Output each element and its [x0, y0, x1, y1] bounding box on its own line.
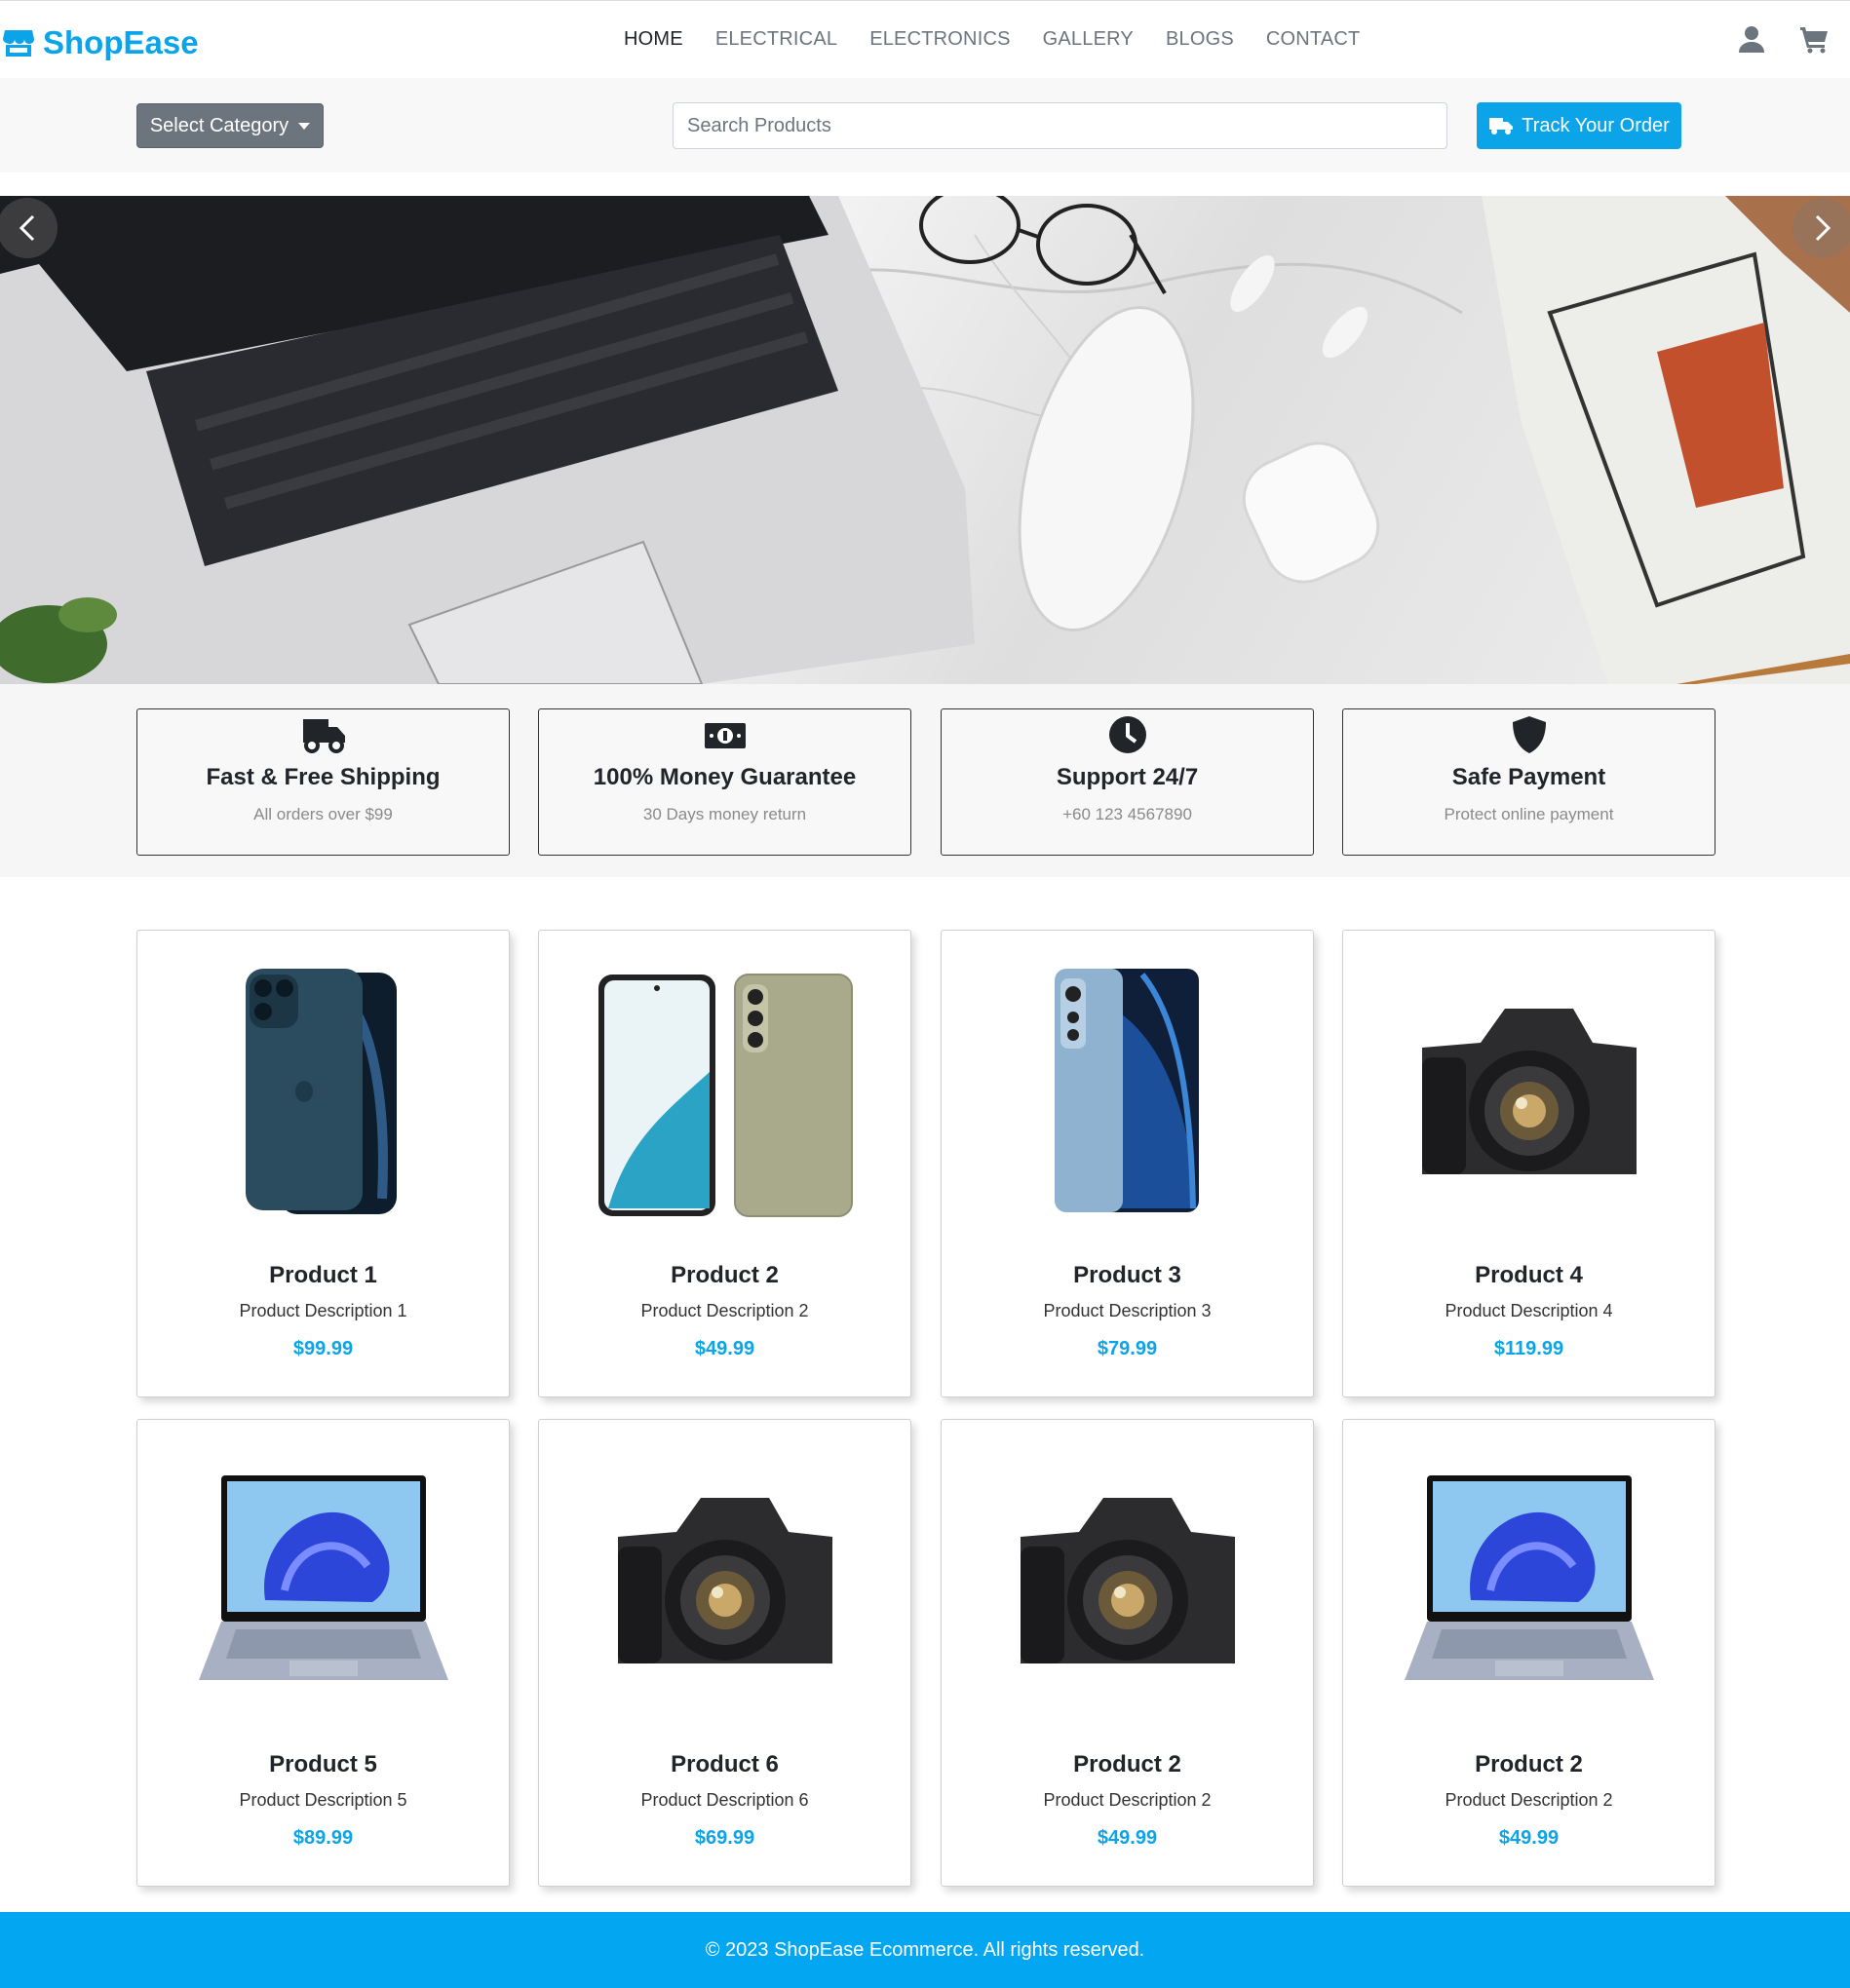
- hero-image: [0, 196, 1850, 684]
- product-card[interactable]: Product 2 Product Description 2 $49.99: [941, 1419, 1314, 1887]
- nav-link-gallery[interactable]: GALLERY: [1043, 28, 1134, 51]
- track-order-button[interactable]: Track Your Order: [1477, 102, 1681, 149]
- footer-copyright: © 2023 ShopEase Ecommerce. All rights re…: [705, 1938, 1145, 1961]
- product-price: $49.99: [1498, 1827, 1560, 1849]
- product-title: Product 2: [1073, 1751, 1181, 1778]
- product-card[interactable]: Product 6 Product Description 6 $69.99: [538, 1419, 911, 1887]
- product-card[interactable]: Product 3 Product Description 3 $79.99: [941, 930, 1314, 1397]
- feature-title: Safe Payment: [1451, 764, 1606, 790]
- product-description: Product Description 4: [1445, 1301, 1613, 1320]
- product-description: Product Description 5: [239, 1790, 407, 1810]
- product-price: $69.99: [694, 1827, 755, 1849]
- feature-title: Support 24/7: [1056, 764, 1199, 790]
- footer: © 2023 ShopEase Ecommerce. All rights re…: [0, 1912, 1850, 1988]
- cart-icon[interactable]: [1799, 24, 1829, 54]
- feature-card: Fast & Free Shipping All orders over $99: [136, 708, 510, 856]
- carousel-next-button[interactable]: [1792, 198, 1850, 258]
- product-price: $89.99: [292, 1827, 354, 1849]
- product-card[interactable]: Product 2 Product Description 2 $49.99: [1342, 1419, 1715, 1887]
- shield-icon: [1512, 716, 1546, 753]
- product-title: Product 2: [671, 1262, 779, 1288]
- product-price: $49.99: [1097, 1827, 1158, 1849]
- search-input[interactable]: [673, 102, 1447, 149]
- product-title: Product 2: [1475, 1751, 1583, 1778]
- user-icon[interactable]: [1737, 24, 1766, 54]
- main-nav: HOME ELECTRICAL ELECTRONICS GALLERY BLOG…: [624, 28, 1360, 51]
- product-title: Product 3: [1073, 1262, 1181, 1288]
- product-image: [597, 974, 853, 1217]
- select-category-dropdown[interactable]: Select Category: [136, 103, 324, 148]
- nav-link-home[interactable]: HOME: [624, 28, 683, 51]
- product-card[interactable]: Product 4 Product Description 4 $119.99: [1342, 930, 1715, 1397]
- navbar: ShopEase HOME ELECTRICAL ELECTRONICS GAL…: [0, 0, 1850, 78]
- product-image: [1020, 1498, 1235, 1663]
- product-title: Product 6: [671, 1751, 779, 1778]
- search-bar-row: Select Category Track Your Order: [0, 78, 1850, 172]
- product-description: Product Description 1: [239, 1301, 407, 1320]
- brand-name: ShopEase: [43, 24, 199, 60]
- features-section: Fast & Free Shipping All orders over $99…: [0, 684, 1850, 877]
- hero-carousel: [0, 196, 1850, 684]
- clock-icon: [1108, 716, 1146, 753]
- product-description: Product Description 3: [1043, 1301, 1212, 1320]
- feature-card: 100% Money Guarantee 30 Days money retur…: [538, 708, 911, 856]
- product-title: Product 5: [269, 1751, 377, 1778]
- product-image: [1054, 969, 1199, 1212]
- category-label: Select Category: [149, 114, 289, 136]
- brand-logo[interactable]: ShopEase: [2, 24, 199, 61]
- product-description: Product Description 2: [1043, 1790, 1212, 1810]
- product-description: Product Description 6: [640, 1790, 809, 1810]
- chevron-right-icon: [1815, 214, 1831, 242]
- feature-title: 100% Money Guarantee: [593, 764, 857, 790]
- product-image: [1421, 1009, 1637, 1174]
- product-price: $79.99: [1097, 1338, 1158, 1359]
- product-card[interactable]: Product 5 Product Description 5 $89.99: [136, 1419, 510, 1887]
- feature-card: Safe Payment Protect online payment: [1342, 708, 1715, 856]
- feature-subtitle: Protect online payment: [1444, 805, 1614, 823]
- product-card[interactable]: Product 2 Product Description 2 $49.99: [538, 930, 911, 1397]
- nav-link-electronics[interactable]: ELECTRONICS: [869, 28, 1010, 51]
- chevron-left-icon: [19, 214, 35, 242]
- product-card[interactable]: Product 1 Product Description 1 $99.99: [136, 930, 510, 1397]
- product-title: Product 4: [1475, 1262, 1583, 1288]
- product-price: $49.99: [694, 1338, 755, 1359]
- feature-subtitle: +60 123 4567890: [1062, 805, 1192, 823]
- product-image: [617, 1498, 832, 1663]
- feature-subtitle: 30 Days money return: [642, 805, 807, 823]
- nav-link-blogs[interactable]: BLOGS: [1166, 28, 1234, 51]
- product-image: [1404, 1475, 1654, 1680]
- carousel-prev-button[interactable]: [0, 198, 58, 258]
- money-icon: [704, 723, 746, 748]
- product-description: Product Description 2: [640, 1301, 809, 1320]
- product-price: $99.99: [292, 1338, 354, 1359]
- product-image: [245, 969, 397, 1214]
- product-price: $119.99: [1493, 1338, 1564, 1359]
- feature-card: Support 24/7 +60 123 4567890: [941, 708, 1314, 856]
- product-description: Product Description 2: [1445, 1790, 1613, 1810]
- truck-icon: [302, 719, 345, 753]
- nav-link-contact[interactable]: CONTACT: [1266, 28, 1361, 51]
- nav-icons: [1737, 24, 1829, 54]
- track-order-label: Track Your Order: [1522, 114, 1670, 136]
- store-icon: [3, 30, 34, 57]
- caret-down-icon: [298, 122, 311, 130]
- feature-subtitle: All orders over $99: [253, 805, 393, 823]
- nav-link-electrical[interactable]: ELECTRICAL: [715, 28, 837, 51]
- product-title: Product 1: [269, 1262, 377, 1288]
- truck-icon: [1489, 118, 1514, 134]
- product-image: [198, 1475, 448, 1680]
- feature-title: Fast & Free Shipping: [206, 764, 441, 790]
